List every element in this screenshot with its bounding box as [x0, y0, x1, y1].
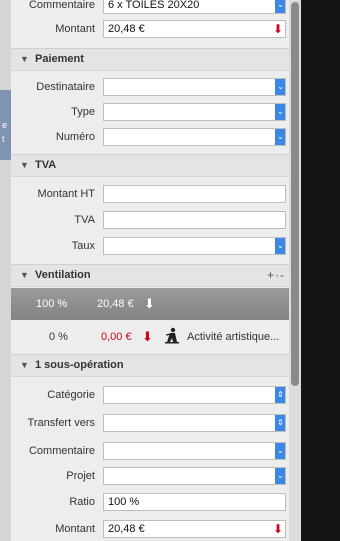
- montant-value: 20,48 €: [108, 23, 145, 35]
- ratio-row: Ratio 100 %: [11, 491, 289, 515]
- disclosure-triangle-icon[interactable]: ▼: [20, 360, 29, 370]
- chevron-down-icon[interactable]: ⌄: [275, 104, 285, 120]
- montant-field[interactable]: 20,48 € ⬇: [103, 20, 286, 38]
- projet-row: Projet ⌄: [11, 465, 289, 489]
- transfert-field[interactable]: ⇕: [103, 414, 286, 432]
- sous-montant-field[interactable]: 20,48 € ⬇: [103, 520, 286, 538]
- taux-label: Taux: [71, 240, 95, 252]
- destinataire-label: Destinataire: [36, 81, 95, 93]
- ventilation-total-amount: 20,48 €: [97, 298, 134, 310]
- up-down-chevron-icon[interactable]: ⇕: [275, 415, 285, 431]
- disclosure-triangle-icon[interactable]: ▼: [20, 270, 29, 280]
- sous-montant-value: 20,48 €: [108, 523, 145, 535]
- chevron-down-icon[interactable]: ⌄: [275, 79, 285, 95]
- vertical-scrollbar[interactable]: [289, 0, 301, 541]
- categorie-label: Catégorie: [47, 389, 95, 401]
- down-arrow-icon: ⬇: [142, 329, 153, 344]
- down-arrow-icon[interactable]: ⬇: [271, 21, 285, 37]
- ventilation-total-percent: 100 %: [36, 298, 68, 310]
- montant-ht-row: Montant HT: [11, 183, 289, 207]
- paiement-title: Paiement: [35, 53, 84, 65]
- chevron-down-icon[interactable]: ⌄: [275, 129, 285, 145]
- categorie-field[interactable]: ⇕: [103, 386, 286, 404]
- chevron-down-icon[interactable]: ⌄: [275, 443, 285, 459]
- sous-commentaire-label: Commentaire: [28, 445, 95, 457]
- down-arrow-icon: ⬇: [144, 296, 155, 311]
- ventilation-total-row[interactable]: 100 % 20,48 € ⬇: [11, 288, 289, 320]
- up-down-chevron-icon[interactable]: ⇕: [275, 387, 285, 403]
- ventilation-section-header[interactable]: ▼ Ventilation +·-: [11, 264, 289, 287]
- transfert-row: Transfert vers ⇕: [11, 412, 289, 436]
- taux-row: Taux ⌄: [11, 235, 289, 259]
- categorie-row: Catégorie ⇕: [11, 384, 289, 408]
- tva-section-header[interactable]: ▼ TVA: [11, 154, 289, 177]
- scrollbar-thumb[interactable]: [291, 2, 299, 386]
- sidebar-text-fragment: e: [2, 120, 8, 130]
- tva-row: TVA: [11, 209, 289, 233]
- chevron-down-icon[interactable]: ⌄: [275, 468, 285, 484]
- ventilation-line-category: Activité artistique...: [187, 331, 280, 343]
- inspector-panel: Commentaire 6 x TOILES 20X20 ⌄ Montant 2…: [11, 0, 289, 541]
- tva-title: TVA: [35, 159, 57, 171]
- selected-sidebar-item[interactable]: e t: [0, 90, 11, 160]
- commentaire-row: Commentaire 6 x TOILES 20X20 ⌄: [11, 0, 289, 18]
- ratio-value: 100 %: [108, 496, 140, 508]
- paiement-section-header[interactable]: ▼ Paiement: [11, 48, 289, 71]
- down-arrow-icon[interactable]: ⬇: [271, 521, 285, 537]
- projet-field[interactable]: ⌄: [103, 467, 286, 485]
- ventilation-line-row[interactable]: 0 % 0,00 € ⬇ Activité artistique...: [11, 324, 289, 350]
- sous-commentaire-row: Commentaire ⌄: [11, 440, 289, 464]
- sous-montant-row: Montant 20,48 € ⬇: [11, 518, 289, 541]
- projet-label: Projet: [66, 470, 95, 482]
- ratio-field[interactable]: 100 %: [103, 493, 286, 511]
- taux-field[interactable]: ⌄: [103, 237, 286, 255]
- sidebar-edge: e t: [0, 0, 11, 541]
- sidebar-text-fragment: t: [2, 134, 5, 144]
- montant-label: Montant: [55, 23, 95, 35]
- numero-field[interactable]: ⌄: [103, 128, 286, 146]
- montant-ht-label: Montant HT: [37, 188, 95, 200]
- montant-row: Montant 20,48 € ⬇: [11, 18, 289, 42]
- destinataire-field[interactable]: ⌄: [103, 78, 286, 96]
- sous-operation-section-header[interactable]: ▼ 1 sous-opération: [11, 354, 289, 377]
- add-remove-controls[interactable]: +·-: [267, 268, 285, 282]
- destinataire-row: Destinataire ⌄: [11, 76, 289, 100]
- numero-label: Numéro: [55, 131, 95, 143]
- tva-field[interactable]: [103, 211, 286, 229]
- sous-operation-title: 1 sous-opération: [35, 359, 124, 371]
- ventilation-line-amount: 0,00 €: [101, 331, 132, 343]
- ratio-label: Ratio: [69, 496, 95, 508]
- chevron-down-icon[interactable]: ⌄: [275, 0, 285, 13]
- type-label: Type: [71, 106, 95, 118]
- commentaire-value: 6 x TOILES 20X20: [108, 0, 200, 11]
- disclosure-triangle-icon[interactable]: ▼: [20, 160, 29, 170]
- sous-commentaire-field[interactable]: ⌄: [103, 442, 286, 460]
- commentaire-label: Commentaire: [28, 0, 95, 11]
- disclosure-triangle-icon[interactable]: ▼: [20, 54, 29, 64]
- type-field[interactable]: ⌄: [103, 103, 286, 121]
- tva-label: TVA: [74, 214, 95, 226]
- artist-icon: [165, 327, 179, 344]
- type-row: Type ⌄: [11, 101, 289, 125]
- montant-ht-field[interactable]: [103, 185, 286, 203]
- numero-row: Numéro ⌄: [11, 126, 289, 150]
- ventilation-line-percent: 0 %: [49, 331, 68, 343]
- sous-montant-label: Montant: [55, 523, 95, 535]
- background-area: [301, 0, 340, 541]
- ventilation-title: Ventilation: [35, 269, 91, 281]
- transfert-label: Transfert vers: [27, 417, 95, 429]
- commentaire-field[interactable]: 6 x TOILES 20X20 ⌄: [103, 0, 286, 14]
- chevron-down-icon[interactable]: ⌄: [275, 238, 285, 254]
